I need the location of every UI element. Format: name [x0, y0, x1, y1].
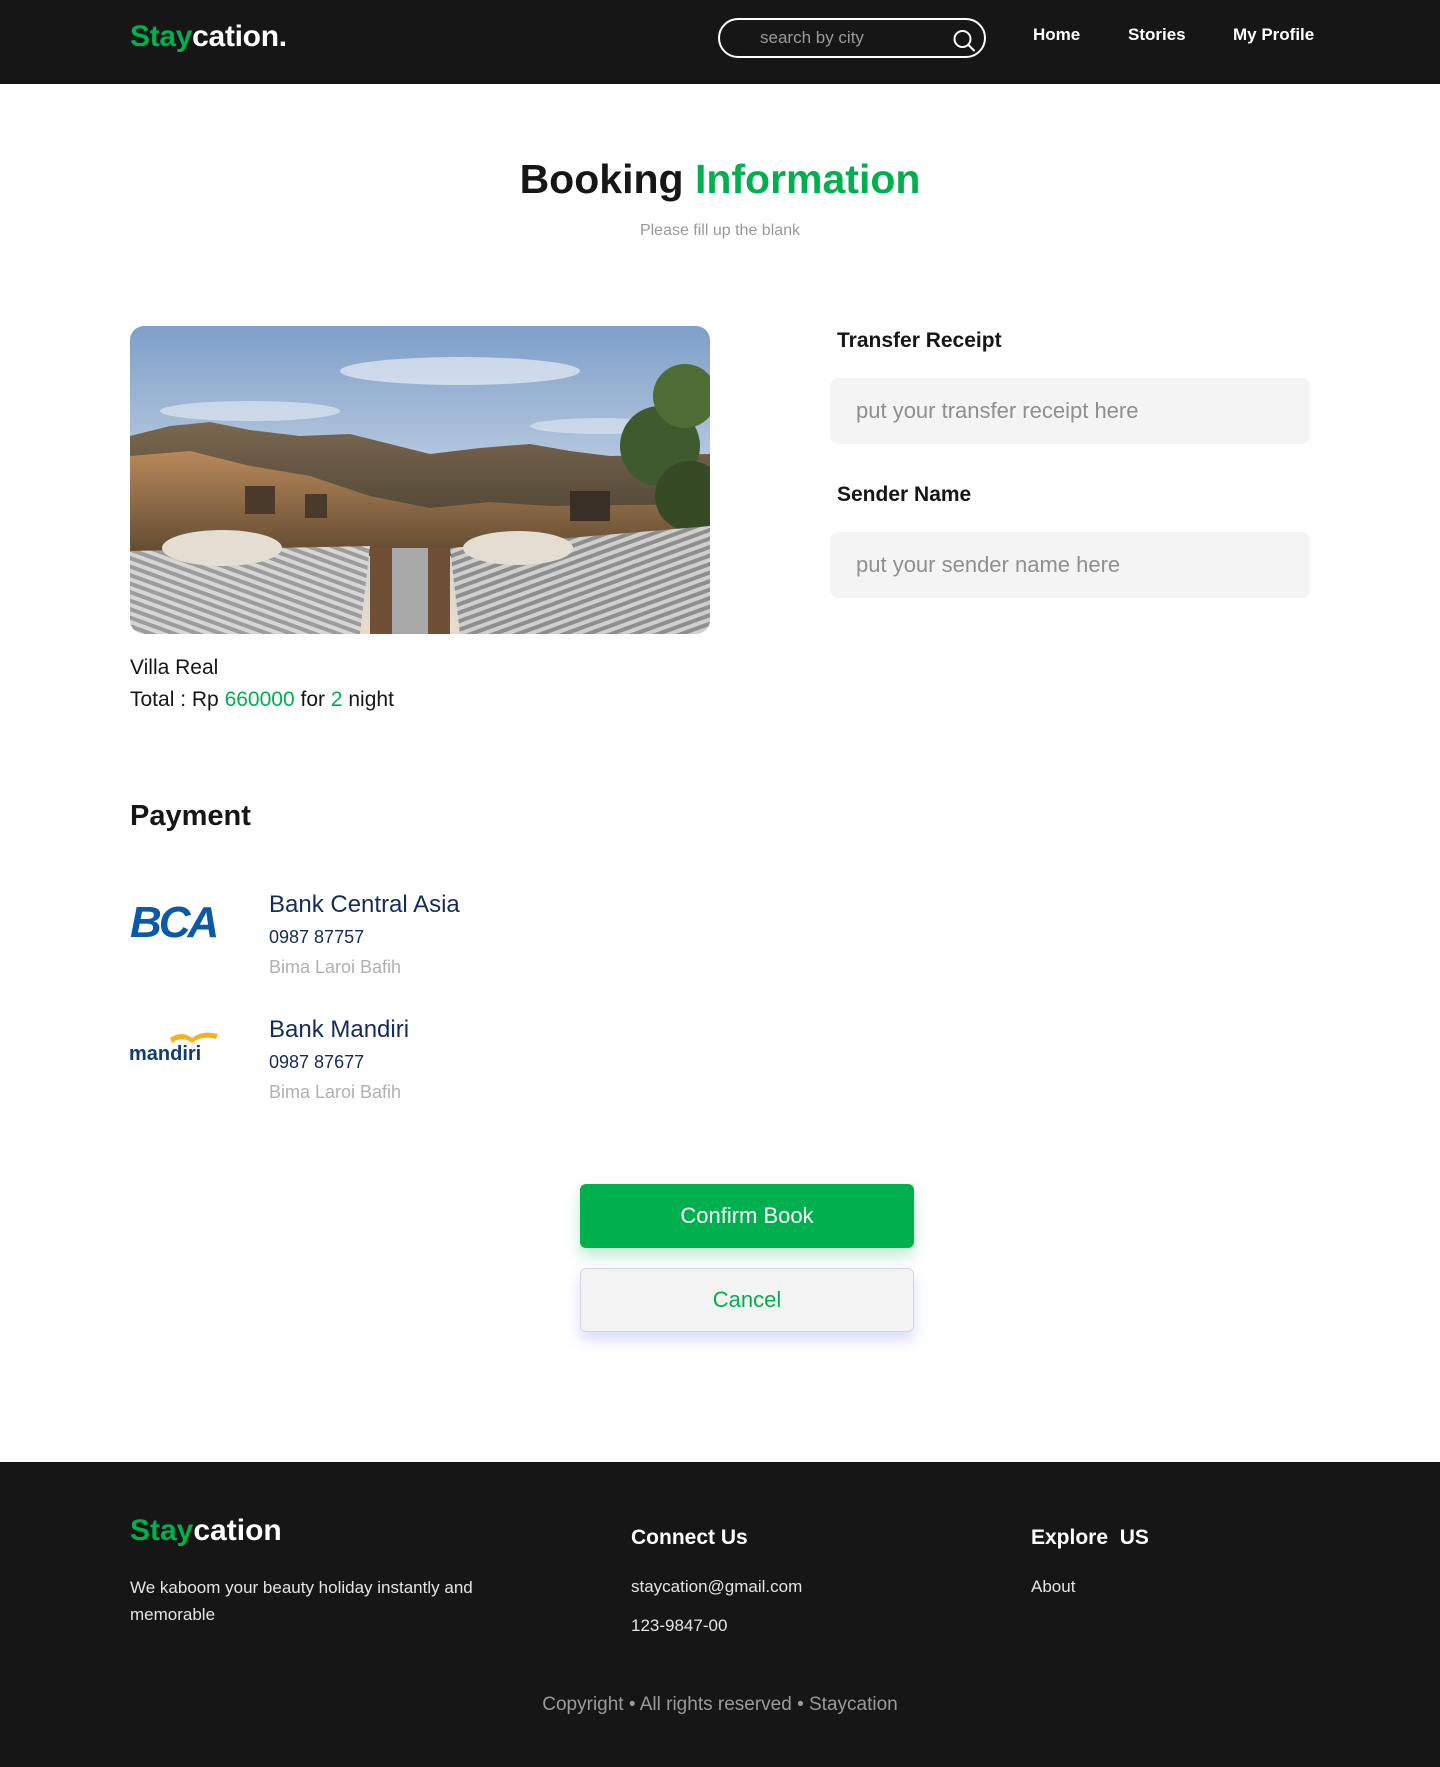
- footer-tagline: We kaboom your beauty holiday instantly …: [130, 1578, 473, 1624]
- bca-logo: BCA: [130, 898, 220, 941]
- footer-phone-link[interactable]: 123-9847-00: [631, 1616, 727, 1636]
- footer: Staycation We kaboom your beauty holiday…: [0, 1462, 1440, 1767]
- footer-logo-accent: Stay: [130, 1514, 194, 1547]
- navbar: Staycation. Home Stories My Profile: [0, 0, 1440, 84]
- logo[interactable]: Staycation.: [130, 20, 287, 54]
- sender-name-input[interactable]: [830, 532, 1310, 598]
- copyright: Copyright • All rights reserved • Stayca…: [542, 1694, 898, 1715]
- explore-us-heading: Explore US: [1031, 1526, 1149, 1549]
- footer-logo-rest: cation: [193, 1514, 282, 1547]
- confirm-book-button[interactable]: Confirm Book: [580, 1184, 914, 1248]
- nav-my-profile[interactable]: My Profile: [1233, 25, 1314, 45]
- transfer-receipt-input[interactable]: [830, 378, 1310, 444]
- bank-name: Bank Central Asia: [269, 891, 460, 918]
- search-box: [718, 18, 986, 58]
- bca-logo-text: BCA: [130, 898, 217, 941]
- total-amount: 660000: [224, 688, 295, 711]
- property-total: Total : Rp 660000 for 2 night: [130, 688, 394, 712]
- total-for: for: [300, 688, 325, 711]
- sender-name-label: Sender Name: [837, 483, 972, 506]
- bank-account-holder: Bima Laroi Bafih: [269, 1082, 402, 1102]
- property-image: [130, 326, 710, 634]
- logo-rest: cation.: [192, 20, 287, 53]
- page-subtitle: Please fill up the blank: [639, 222, 801, 239]
- transfer-receipt-label: Transfer Receipt: [837, 329, 1002, 352]
- connect-us-heading: Connect Us: [631, 1526, 748, 1549]
- bank-account-holder: Bima Laroi Bafih: [269, 957, 402, 977]
- total-prefix: Total : Rp: [130, 688, 219, 711]
- total-nights: 2: [330, 688, 343, 711]
- footer-email-link[interactable]: staycation@gmail.com: [631, 1577, 802, 1597]
- payment-title: Payment: [130, 800, 251, 832]
- page-title: Booking Information: [0, 156, 1440, 203]
- search-icon[interactable]: [952, 28, 976, 52]
- nav-stories[interactable]: Stories: [1128, 25, 1186, 45]
- page-title-main: Booking: [519, 156, 684, 202]
- page-title-accent: Information: [694, 156, 921, 202]
- mandiri-logo: mandiri: [129, 1032, 218, 1064]
- bank-account-number: 0987 87757: [269, 927, 365, 947]
- bank-account-number: 0987 87677: [269, 1052, 365, 1072]
- logo-accent: Stay: [130, 20, 193, 53]
- cancel-button[interactable]: Cancel: [580, 1268, 914, 1332]
- total-night-label: night: [348, 688, 394, 711]
- nav-home[interactable]: Home: [1033, 25, 1080, 45]
- bank-name: Bank Mandiri: [269, 1016, 410, 1043]
- footer-logo[interactable]: Staycation: [130, 1514, 282, 1548]
- property-name: Villa Real: [130, 656, 219, 679]
- footer-about-link[interactable]: About: [1031, 1577, 1075, 1597]
- search-input[interactable]: [760, 26, 940, 50]
- mandiri-logo-text: mandiri: [129, 1043, 201, 1064]
